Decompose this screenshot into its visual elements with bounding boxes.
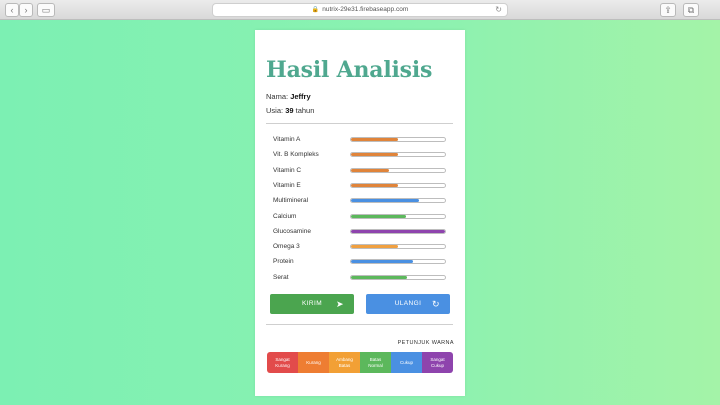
tabs-button[interactable]: ⧉ [683, 3, 699, 17]
ulangi-label: ULANGI [394, 300, 422, 307]
url-text: nutrix-29e31.firebaseapp.com [322, 6, 409, 13]
back-button[interactable]: ‹ [5, 3, 19, 17]
chevron-right-icon: › [24, 5, 28, 15]
nutrient-progress-bar [350, 228, 446, 234]
nutrient-progress-fill [351, 168, 389, 172]
nutrient-progress-fill [351, 260, 414, 264]
nutrient-progress-bar [350, 213, 446, 219]
nutrient-label: Vitamin E [273, 181, 301, 189]
nutrient-row: Vitamin A [273, 135, 449, 145]
forward-button[interactable]: › [19, 3, 33, 17]
share-icon: ⇪ [664, 5, 672, 15]
kirim-button[interactable]: KIRIM ➤ [270, 294, 354, 314]
nutrient-progress-fill [351, 183, 398, 187]
nutrient-row: Vitamin C [273, 166, 449, 176]
kirim-label: KIRIM [301, 300, 323, 307]
divider-top [266, 123, 453, 124]
nutrient-row: Omega 3 [273, 242, 449, 252]
nutrient-row: Vitamin E [273, 181, 449, 191]
nutrient-label: Omega 3 [273, 243, 300, 251]
nutrient-label: Vitamin A [273, 136, 301, 143]
nutrient-progress-bar [350, 137, 446, 142]
nutrient-label: Serat [273, 273, 289, 281]
legend-chip: Ambang Batas [329, 352, 360, 373]
browser-toolbar: ‹ › ▭ 🔒 nutrix-29e31.firebaseapp.com ↻ ⇪ … [0, 0, 720, 20]
divider-bottom [266, 324, 453, 325]
refresh-icon: ↻ [432, 299, 440, 309]
name-label: Nama: [266, 92, 289, 101]
age-label: Usia: [266, 106, 284, 115]
sidebar-button[interactable]: ▭ [37, 3, 55, 17]
chevron-left-icon: ‹ [10, 5, 14, 15]
nutrient-progress-fill [351, 214, 406, 218]
nutrient-label: Vitamin C [273, 166, 302, 174]
nutrient-row: Serat [273, 273, 449, 283]
name-value: Jeffry [290, 92, 311, 101]
nutrient-row: Calcium [273, 212, 449, 222]
nutrient-progress-fill [351, 229, 445, 233]
legend-title: PETUNJUK WARNA [397, 340, 454, 346]
nutrient-label: Glucosamine [273, 227, 311, 235]
nutrient-progress-fill [351, 199, 419, 203]
nutrient-row: Protein [273, 257, 449, 267]
send-icon: ➤ [336, 299, 344, 309]
nutrient-label: Vit. B Kompleks [273, 151, 319, 159]
nutrient-label: Protein [273, 258, 294, 266]
nutrient-row: Multimineral [273, 196, 449, 206]
nutrient-label: Calcium [273, 212, 297, 220]
nutrient-progress-bar [350, 182, 446, 188]
reload-icon[interactable]: ↻ [495, 4, 502, 16]
nutrient-progress-bar [350, 274, 446, 280]
ulangi-button[interactable]: ULANGI ↻ [366, 294, 450, 314]
age-unit: tahun [295, 106, 315, 115]
name-line: Nama: Jeffry [266, 92, 311, 101]
nutrient-progress-bar [350, 198, 446, 204]
legend-chip: Cukup [391, 352, 422, 373]
nutrient-label: Multimineral [273, 197, 309, 205]
page-title: Hasil Analisis [266, 57, 433, 83]
age-line: Usia: 39 tahun [266, 106, 314, 115]
tabs-icon: ⧉ [687, 5, 695, 15]
age-value: 39 [285, 106, 294, 115]
nutrient-progress-bar [350, 259, 446, 265]
color-legend: Sangat Kurang Kurang Ambang Batas Batas Nor… [267, 352, 453, 373]
address-bar[interactable]: 🔒 nutrix-29e31.firebaseapp.com ↻ [212, 3, 508, 17]
nutrient-row: Glucosamine [273, 227, 449, 237]
nutrient-progress-bar [350, 244, 446, 250]
nutrient-progress-bar [350, 167, 446, 173]
nutrient-row: Vit. B Kompleks [273, 150, 449, 160]
nutrient-progress-fill [351, 245, 398, 249]
nutrient-progress-fill [351, 275, 408, 279]
result-card: Hasil Analisis Nama: Jeffry Usia: 39 tah… [255, 30, 465, 396]
legend-chip: Sangat Cukup [422, 352, 453, 373]
nutrient-progress-fill [351, 138, 398, 141]
nutrient-progress-bar [350, 152, 446, 158]
nutrient-progress-fill [351, 153, 398, 157]
sidebar-icon: ▭ [41, 5, 51, 15]
lock-icon: 🔒 [311, 7, 320, 13]
legend-chip: Batas Normal [360, 352, 391, 373]
legend-chip: Kurang [298, 352, 329, 373]
share-button[interactable]: ⇪ [660, 3, 676, 17]
legend-chip: Sangat Kurang [267, 352, 298, 373]
